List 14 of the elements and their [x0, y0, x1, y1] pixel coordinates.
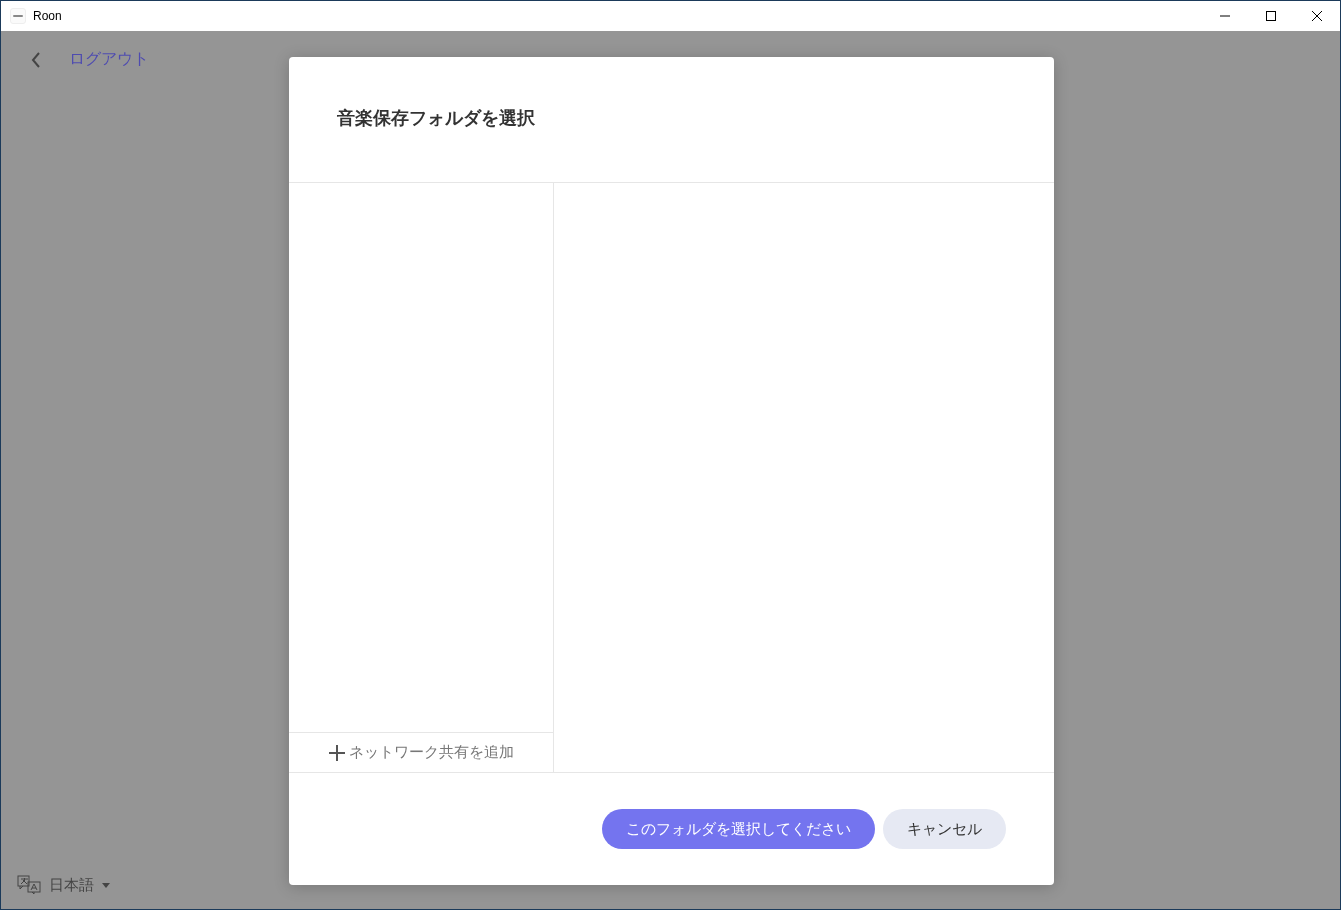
plus-icon	[328, 744, 345, 761]
logout-link[interactable]: ログアウト	[69, 49, 149, 70]
window-title: Roon	[33, 9, 62, 23]
add-network-share-button[interactable]: ネットワーク共有を追加	[289, 732, 553, 772]
back-icon[interactable]	[31, 51, 41, 68]
dialog-title: 音楽保存フォルダを選択	[337, 106, 535, 130]
translate-icon	[17, 875, 41, 895]
select-folder-button[interactable]: このフォルダを選択してください	[602, 809, 875, 849]
close-icon[interactable]	[1312, 11, 1322, 21]
cancel-button[interactable]: キャンセル	[883, 809, 1006, 849]
app-logo	[10, 8, 26, 24]
caret-icon[interactable]	[102, 882, 110, 888]
language-selector[interactable]: 日本語	[49, 875, 94, 895]
maximize-icon[interactable]	[1266, 11, 1276, 21]
